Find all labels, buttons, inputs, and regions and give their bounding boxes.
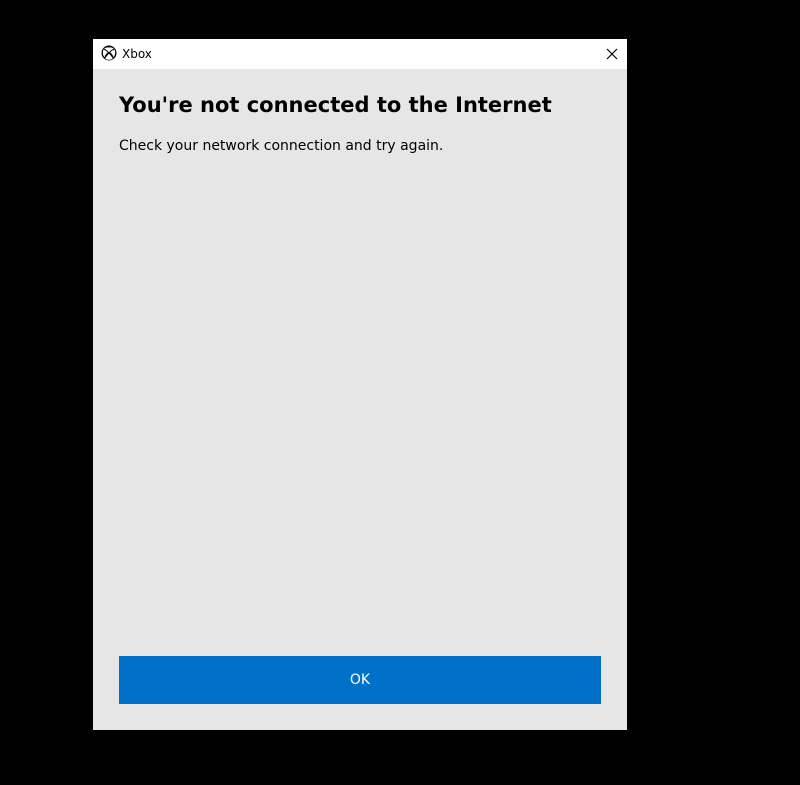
ok-button[interactable]: OK <box>119 656 601 704</box>
error-dialog: Xbox You're not connected to the Interne… <box>93 39 627 730</box>
dialog-message: Check your network connection and try ag… <box>119 138 444 154</box>
close-button[interactable] <box>597 39 627 69</box>
window-title: Xbox <box>122 47 152 61</box>
title-bar: Xbox <box>93 39 627 69</box>
xbox-logo-icon <box>101 45 117 61</box>
close-icon <box>606 48 618 60</box>
dialog-heading: You're not connected to the Internet <box>119 93 552 117</box>
